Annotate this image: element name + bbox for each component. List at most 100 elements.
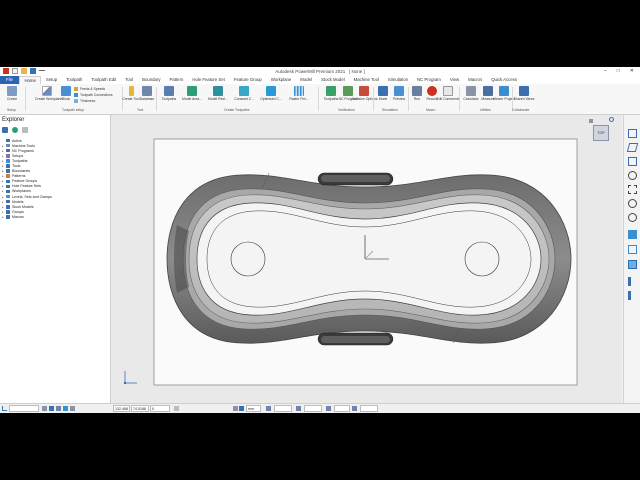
minimize-icon[interactable]: – (604, 68, 607, 74)
tab-toolpath[interactable]: Toolpath (62, 76, 87, 84)
explorer-globe-icon[interactable] (12, 127, 18, 133)
tab-feature-group[interactable]: Feature Group (229, 76, 266, 84)
status-tool-icon-1[interactable] (42, 406, 47, 411)
tab-tool[interactable]: Tool (121, 76, 138, 84)
stepover-field[interactable] (334, 405, 350, 412)
group-collaborate: Collaborate (512, 108, 530, 112)
snap-icon[interactable] (174, 406, 179, 411)
explorer-title: Explorer (2, 117, 25, 123)
workplane-status-icon[interactable] (2, 406, 7, 411)
create-button[interactable]: Create (0, 86, 24, 101)
units-icon (239, 406, 244, 411)
explorer-item-label: Active (12, 138, 22, 143)
model-rest-button[interactable]: Model Rest... (206, 86, 230, 101)
shared-views-button[interactable]: Shared Views (512, 86, 536, 101)
view-rotate-icon[interactable] (609, 117, 614, 122)
toolpaths-icon (164, 86, 174, 96)
explorer-delete-icon[interactable] (22, 127, 28, 133)
shaded-edges-icon[interactable] (628, 260, 637, 269)
thickness-button[interactable]: Thickness (74, 99, 95, 103)
model-area-clearance-button[interactable]: Model Area... (180, 86, 204, 101)
status-tool-icon-3[interactable] (56, 406, 61, 411)
model-rest-icon (213, 86, 223, 96)
raster-finishing-button[interactable]: Raster Fini... (287, 86, 311, 101)
close-icon[interactable]: ✕ (630, 68, 634, 74)
tab-quick-access[interactable]: Quick Access (487, 76, 522, 84)
zoom-icon[interactable] (628, 171, 637, 180)
toolpath-connections-button[interactable]: Toolpath Connections (74, 93, 113, 97)
tab-machine-tool[interactable]: Machine Tool (349, 76, 383, 84)
tab-hole-feature-set[interactable]: Hole Feature Set (188, 76, 229, 84)
raster-icon (294, 86, 304, 96)
wireframe-icon[interactable] (628, 245, 637, 254)
zoom-out-icon[interactable] (628, 213, 637, 222)
explorer-tree: Active ▸ Machine Tools ▸ NC Programs ▸ Setups ▸… (2, 138, 52, 220)
optimised-constant-z-button[interactable]: Optimised C... (259, 86, 283, 101)
folder-icon (6, 164, 10, 168)
tab-model[interactable]: Model (296, 76, 317, 84)
maximize-icon[interactable]: □ (617, 68, 620, 74)
viewcube[interactable]: TOP (593, 125, 609, 141)
constant-z-button[interactable]: Constant Z... (232, 86, 256, 101)
zoom-box-icon[interactable] (628, 185, 637, 194)
tab-boundary[interactable]: Boundary (138, 76, 165, 84)
create-icon (7, 86, 17, 96)
tab-workplane[interactable]: Workplane (266, 76, 295, 84)
tab-setup[interactable]: Setup (41, 76, 61, 84)
tab-stock-model[interactable]: Stock Model (317, 76, 350, 84)
explorer-item-label: Workplanes (12, 189, 31, 194)
explorer-item-label: Groups (12, 209, 24, 214)
toolpaths-button[interactable]: Toolpaths (157, 86, 181, 101)
axis-indicator (123, 371, 137, 385)
group-create-toolpaths: Create Toolpaths (224, 108, 250, 112)
model-area-icon (187, 86, 197, 96)
part-view[interactable] (111, 115, 622, 403)
cursor-x-field[interactable]: 132.468 (113, 405, 130, 412)
explorer-item-label: Toolpaths (12, 158, 28, 163)
workplane-select[interactable] (9, 405, 39, 412)
folder-icon (6, 210, 10, 214)
tab-view[interactable]: View (445, 76, 463, 84)
select-icon[interactable] (628, 277, 637, 286)
stepdown-field[interactable] (360, 405, 378, 412)
home-view-icon[interactable] (589, 119, 593, 123)
view-top-icon[interactable] (628, 129, 637, 138)
graphics-viewport[interactable]: TOP (111, 115, 622, 403)
tool-icon (128, 86, 134, 96)
explorer-item-label: Boundaries (12, 169, 31, 174)
explorer-item[interactable]: ▸ Macros (2, 214, 52, 219)
shaded-icon[interactable] (628, 230, 637, 239)
view-front-icon[interactable] (628, 157, 637, 166)
tolerance-field[interactable] (274, 405, 292, 412)
tab-simulation[interactable]: Simulation (383, 76, 412, 84)
explorer-panel: Explorer Active ▸ Machine Tools ▸ NC Program… (0, 115, 111, 403)
cursor-z-field[interactable]: 0 (150, 405, 170, 412)
tab-pattern[interactable]: Pattern (165, 76, 188, 84)
select-drag-icon[interactable] (628, 291, 637, 300)
status-tool-icon-5[interactable] (70, 406, 75, 411)
tab-toolpath-edit[interactable]: Toolpath Edit (87, 76, 121, 84)
group-verification: Verification (338, 108, 355, 112)
tab-home[interactable]: Home (18, 76, 42, 84)
tab-file[interactable]: File (0, 76, 19, 84)
feeds-speeds-button[interactable]: Feeds & Speeds (74, 87, 105, 91)
zoom-in-icon[interactable] (628, 199, 637, 208)
status-tool-icon-2[interactable] (49, 406, 54, 411)
explorer-item-label: Setups (12, 153, 24, 158)
edit-comments-icon (443, 86, 453, 96)
thickness-field[interactable] (304, 405, 322, 412)
preview-icon (394, 86, 404, 96)
view-iso-icon[interactable] (626, 143, 639, 152)
cursor-y-field[interactable]: 74.5188 (131, 405, 149, 412)
edit-comments-button[interactable]: Edit Comments (436, 86, 460, 101)
grid-icon[interactable] (233, 406, 238, 411)
group-setup: Setup (7, 108, 16, 112)
tab-nc-program[interactable]: NC Program (412, 76, 445, 84)
tab-macros[interactable]: Macros (464, 76, 487, 84)
status-tool-icon-4[interactable] (63, 406, 68, 411)
explorer-home-icon[interactable] (2, 127, 8, 133)
folder-icon (6, 215, 10, 219)
calculator-icon (466, 86, 476, 96)
units-field[interactable]: mm (246, 405, 261, 412)
workplane-icon (42, 86, 52, 96)
